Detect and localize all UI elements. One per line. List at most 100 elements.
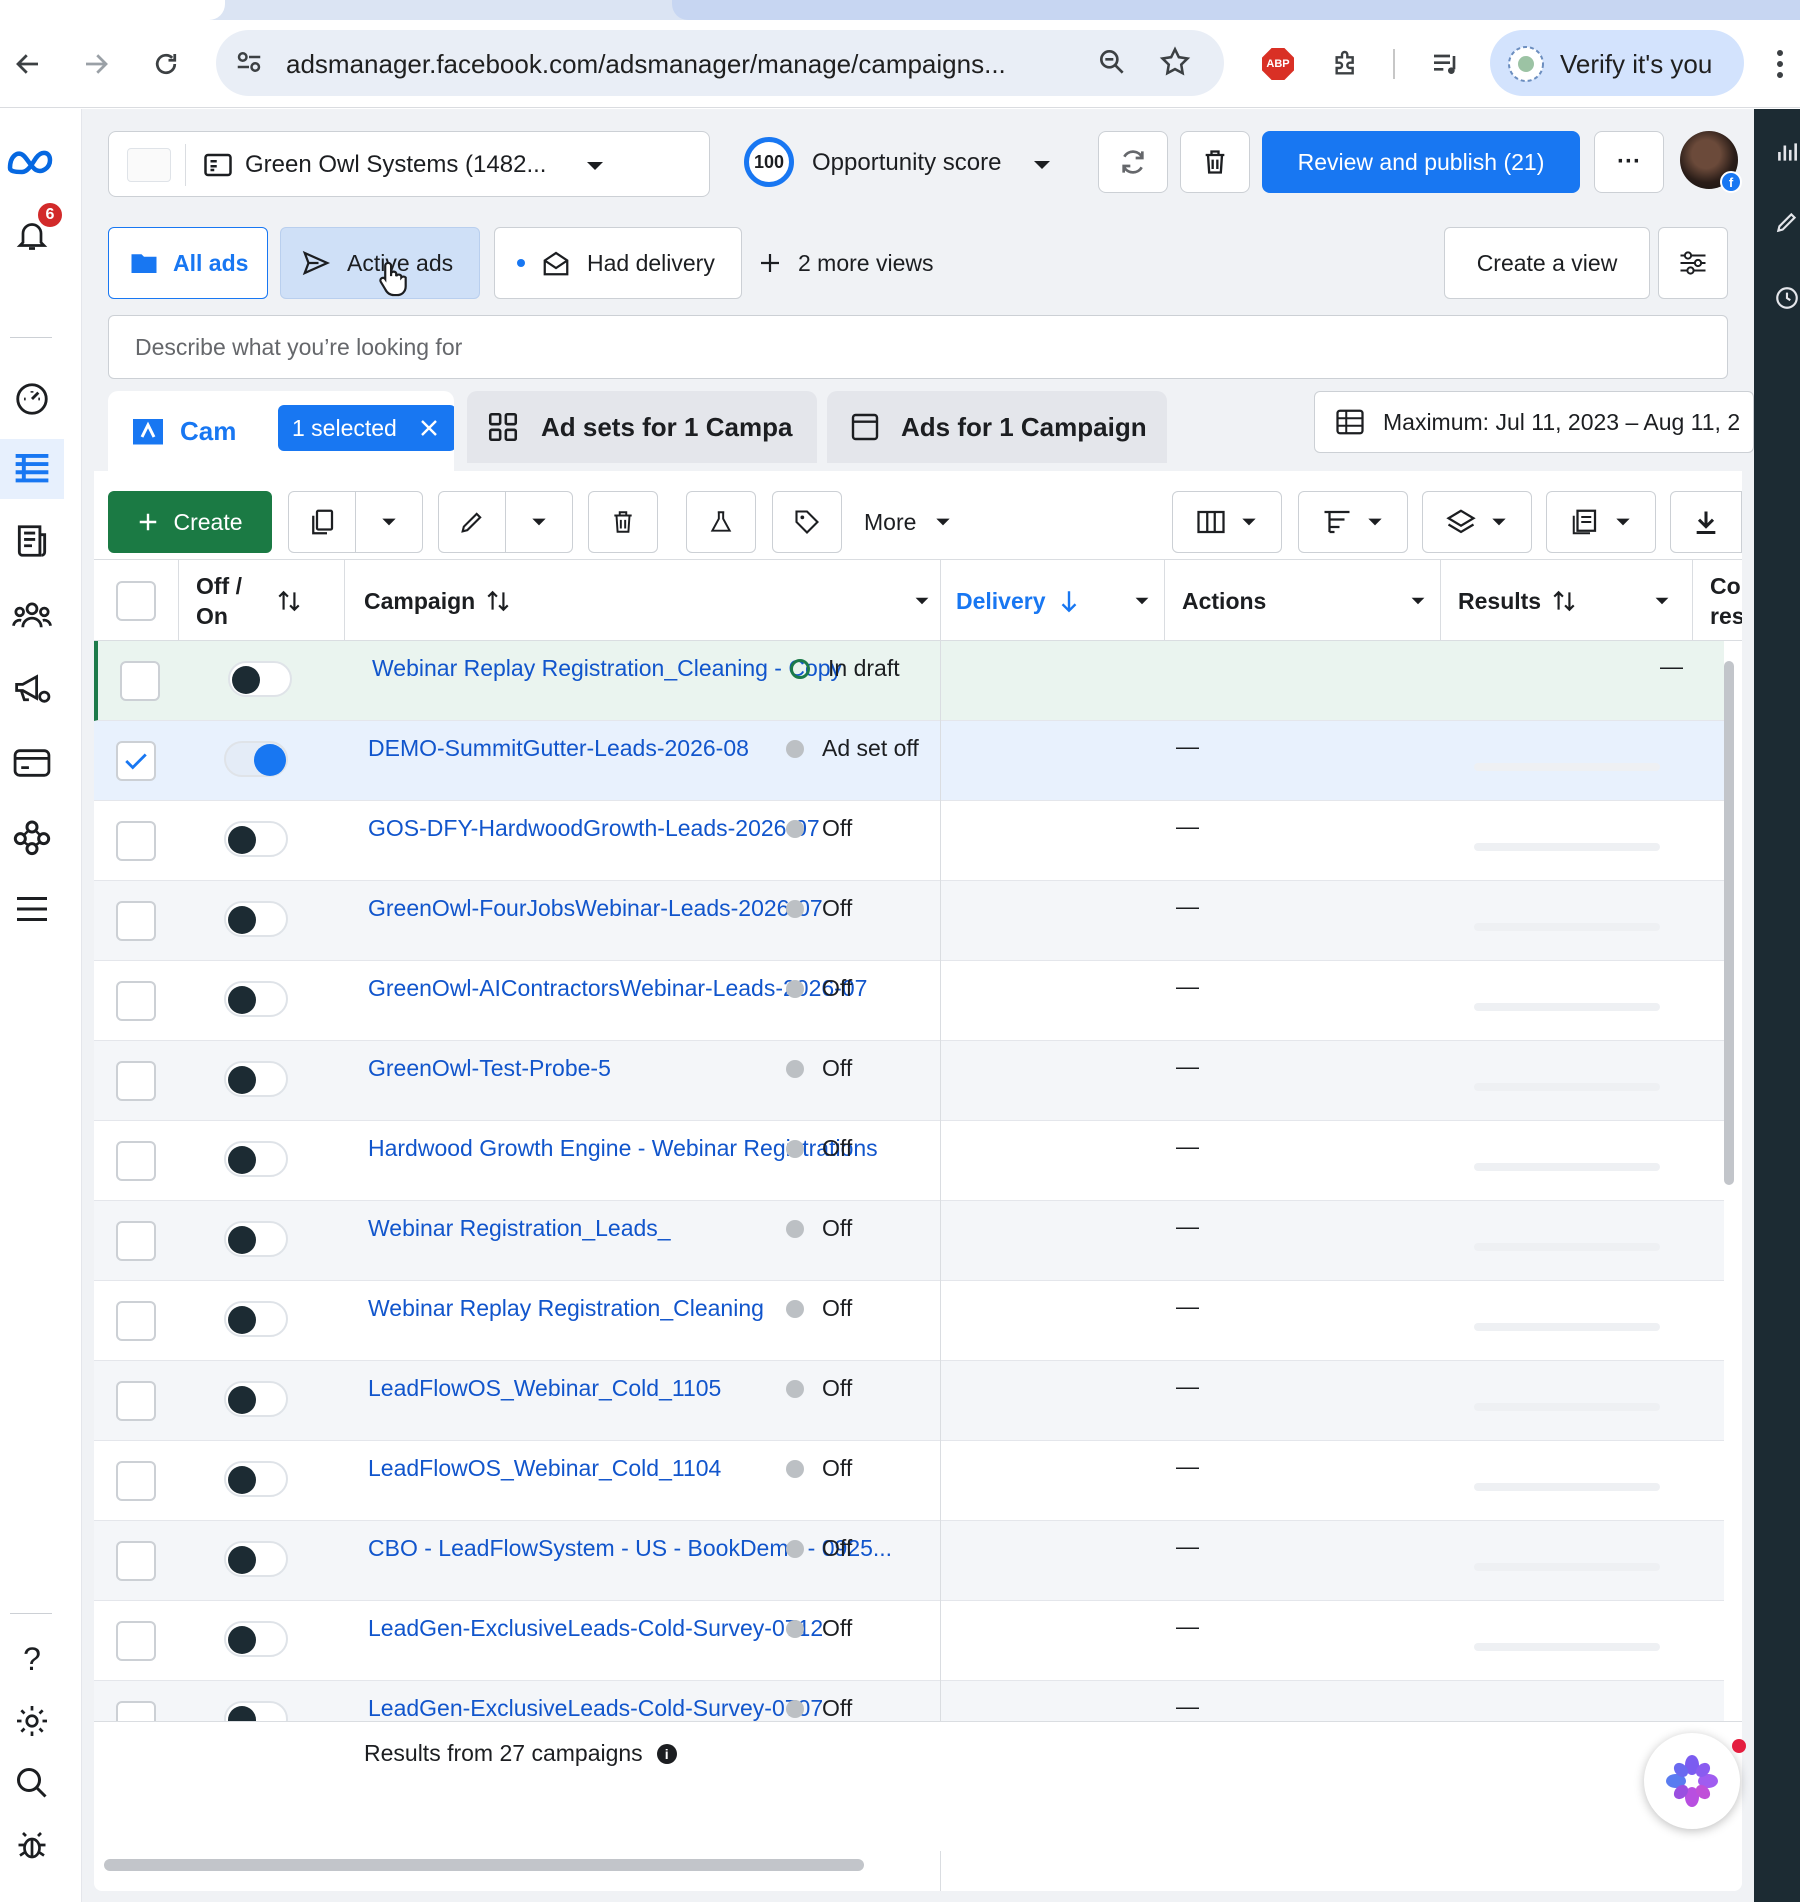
campaign-name-link[interactable]: LeadFlowOS_Webinar_Cold_1104 [368,1455,721,1482]
rail-campaigns[interactable] [0,439,64,499]
row-checkbox[interactable] [116,821,156,861]
campaign-toggle[interactable] [224,1461,288,1497]
duplicate-dropdown[interactable] [355,491,423,553]
caret-down-icon[interactable] [914,596,930,606]
campaign-name-link[interactable]: DEMO-SummitGutter-Leads-2026-08 [368,735,749,762]
campaign-name-link[interactable]: GOS-DFY-HardwoodGrowth-Leads-2026-07 [368,815,820,842]
rail-advertising-settings[interactable] [0,659,64,719]
header-cost-per-result[interactable]: Co res [1710,560,1742,642]
zoom-icon[interactable] [1096,46,1128,83]
clock-icon[interactable] [1774,285,1800,311]
columns-button[interactable] [1172,491,1282,553]
account-selector[interactable]: Green Owl Systems (1482... [108,131,710,197]
close-icon[interactable] [419,418,439,438]
view-settings-button[interactable] [1658,227,1728,299]
view-all-ads[interactable]: All ads [108,227,268,299]
selected-chip[interactable]: 1 selected [278,405,454,451]
table-row[interactable]: Webinar Replay Registration_Cleaning - C… [94,641,1724,721]
more-views-button[interactable]: 2 more views [758,227,978,299]
create-button[interactable]: Create [108,491,272,553]
campaign-name-link[interactable]: GreenOwl-FourJobsWebinar-Leads-2026-07 [368,895,823,922]
table-row[interactable]: LeadGen-ExclusiveLeads-Cold-Survey-0707 O… [94,1681,1724,1721]
tab-campaigns[interactable]: Cam 1 selected [108,391,454,471]
table-row[interactable]: LeadGen-ExclusiveLeads-Cold-Survey-0712 O… [94,1601,1724,1681]
row-checkbox[interactable] [116,1301,156,1341]
more-options-button[interactable]: ··· [1594,131,1664,193]
rail-notifications[interactable]: 6 [0,201,64,265]
extensions-button[interactable] [1324,42,1368,86]
campaign-name-link[interactable]: GreenOwl-Test-Probe-5 [368,1055,611,1082]
rail-reports[interactable] [0,511,64,571]
row-checkbox[interactable] [116,981,156,1021]
layers-button[interactable] [1422,491,1532,553]
header-campaign[interactable]: Campaign [364,560,764,642]
row-checkbox[interactable] [116,1061,156,1101]
tags-button[interactable] [772,491,842,553]
row-checkbox[interactable] [116,1541,156,1581]
refresh-button[interactable] [1098,131,1168,193]
more-actions-button[interactable]: More [864,491,984,553]
campaign-name-link[interactable]: Webinar Replay Registration_Cleaning [368,1295,764,1322]
sort-arrows-icon[interactable] [485,588,511,614]
table-row[interactable]: Hardwood Growth Engine - Webinar Registr… [94,1121,1724,1201]
browser-menu-button[interactable] [1770,42,1790,86]
caret-down-icon[interactable] [1654,596,1670,606]
row-checkbox[interactable] [116,1381,156,1421]
edit-dropdown[interactable] [505,491,573,553]
row-checkbox[interactable] [120,661,160,701]
campaign-toggle[interactable] [224,901,288,937]
address-bar[interactable]: adsmanager.facebook.com/adsmanager/manag… [216,30,1224,96]
rail-search[interactable] [0,1753,64,1813]
header-off-on[interactable]: Off / On [196,560,302,642]
table-row[interactable]: GreenOwl-FourJobsWebinar-Leads-2026-07 Of… [94,881,1724,961]
rail-billing[interactable] [0,733,64,793]
verify-profile-button[interactable]: Verify it's you [1490,30,1744,96]
reports-button[interactable] [1546,491,1656,553]
info-icon[interactable]: i [656,1743,677,1764]
campaign-toggle[interactable] [228,661,292,697]
table-row[interactable]: GOS-DFY-HardwoodGrowth-Leads-2026-07 Off — [94,801,1724,881]
campaign-name-link[interactable]: LeadGen-ExclusiveLeads-Cold-Survey-0712 [368,1615,823,1642]
row-checkbox[interactable] [116,1461,156,1501]
rail-report-bug[interactable] [0,1815,64,1875]
create-view-button[interactable]: Create a view [1444,227,1650,299]
table-row[interactable]: GreenOwl-AIContractorsWebinar-Leads-2026… [94,961,1724,1041]
campaign-toggle[interactable] [224,1701,288,1721]
rail-overview[interactable] [0,369,64,429]
campaign-toggle[interactable] [224,741,288,777]
reload-button[interactable] [144,42,188,86]
caret-down-icon[interactable] [1134,596,1150,606]
back-button[interactable] [6,42,50,86]
campaign-toggle[interactable] [224,1381,288,1417]
select-all-checkbox[interactable] [116,560,156,642]
table-row[interactable]: CBO - LeadFlowSystem - US - BookDemo - 0… [94,1521,1724,1601]
campaign-name-link[interactable]: Webinar Replay Registration_Cleaning - C… [372,655,842,682]
campaign-toggle[interactable] [224,981,288,1017]
export-button[interactable] [1670,491,1742,553]
user-avatar[interactable]: f [1680,131,1742,193]
header-results[interactable]: Results [1458,560,1577,642]
row-checkbox[interactable] [116,1141,156,1181]
table-row[interactable]: Webinar Replay Registration_Cleaning Off — [94,1281,1724,1361]
site-settings-icon[interactable] [234,47,264,82]
rail-settings[interactable] [0,1691,64,1751]
bar-chart-icon[interactable] [1774,139,1800,165]
bookmark-star-icon[interactable] [1158,45,1192,84]
campaign-toggle[interactable] [224,821,288,857]
pencil-icon[interactable] [1774,209,1800,235]
media-control-button[interactable] [1424,42,1468,86]
vertical-scrollbar[interactable] [1724,661,1734,1185]
rail-help[interactable]: ? [0,1629,64,1689]
breakdown-button[interactable] [1298,491,1408,553]
table-row[interactable]: LeadFlowOS_Webinar_Cold_1104 Off — [94,1441,1724,1521]
table-row[interactable]: DEMO-SummitGutter-Leads-2026-08 Ad set of… [94,721,1724,801]
discard-drafts-button[interactable] [1180,131,1250,193]
tab-ads[interactable]: Ads for 1 Campaign [827,391,1167,463]
duplicate-button[interactable] [288,491,356,553]
browser-tab-active[interactable] [0,0,225,20]
campaign-toggle[interactable] [224,1061,288,1097]
campaign-toggle[interactable] [224,1141,288,1177]
browser-tab-inactive[interactable] [672,0,1800,20]
row-checkbox[interactable] [116,741,156,781]
row-checkbox[interactable] [116,1701,156,1721]
